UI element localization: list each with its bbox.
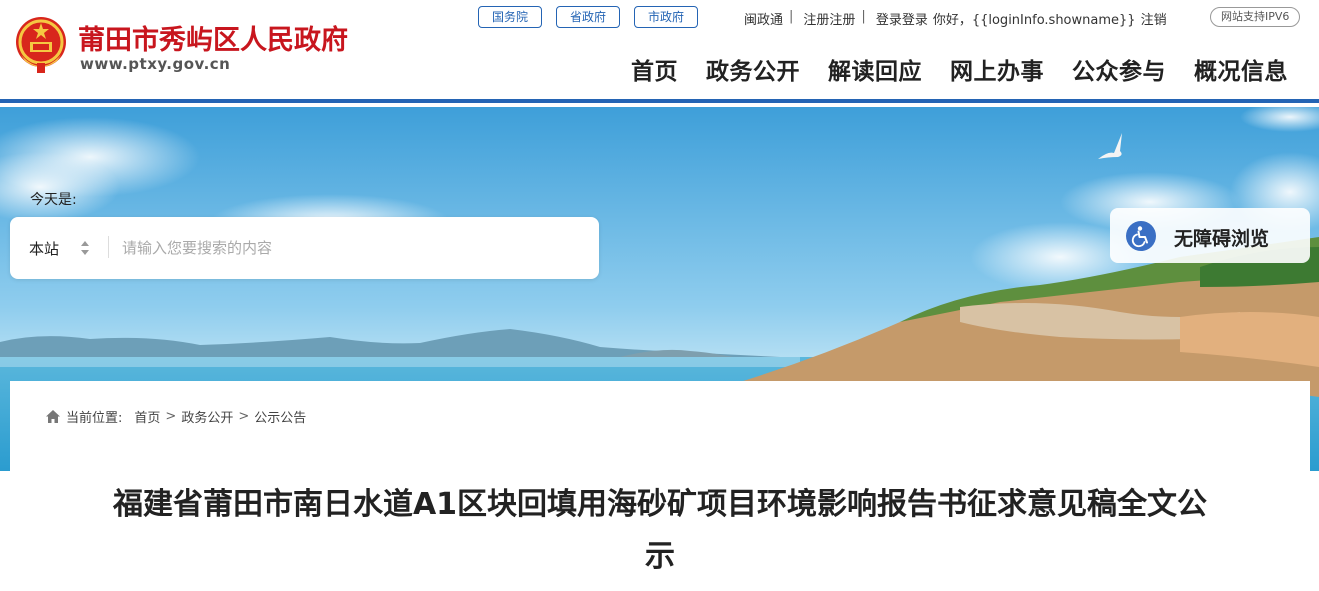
ipv6-badge: 网站支持IPV6 — [1210, 7, 1301, 27]
search-input[interactable] — [122, 233, 582, 263]
wheelchair-icon — [1126, 221, 1156, 251]
accessibility-button[interactable]: 无障碍浏览 — [1110, 208, 1310, 263]
site-header: 莆田市秀屿区人民政府 www.ptxy.gov.cn 国务院 省政府 市政府 闽… — [0, 0, 1319, 103]
separator: | — [789, 9, 794, 24]
breadcrumb-label: 当前位置: — [66, 411, 123, 426]
search-divider — [108, 236, 109, 258]
breadcrumb-separator: > — [165, 409, 177, 424]
nav-public-participation[interactable]: 公众参与 — [1072, 52, 1166, 86]
nav-home[interactable]: 首页 — [631, 52, 678, 86]
main-nav: 首页 政务公开 解读回应 网上办事 公众参与 概况信息 — [631, 52, 1288, 86]
link-minzhengtong[interactable]: 闽政通 — [744, 9, 783, 28]
nav-gov-affairs[interactable]: 政务公开 — [706, 52, 800, 86]
updown-arrows-icon[interactable] — [80, 239, 90, 257]
nav-online-services[interactable]: 网上办事 — [950, 52, 1044, 86]
top-links: 国务院 省政府 市政府 — [478, 6, 699, 28]
link-logout[interactable]: 注销 — [1141, 9, 1167, 28]
nav-overview[interactable]: 概况信息 — [1194, 52, 1288, 86]
site-url[interactable]: www.ptxy.gov.cn — [80, 55, 230, 73]
link-login[interactable]: 登录登录 — [876, 9, 928, 28]
link-register[interactable]: 注册注册 — [803, 9, 855, 28]
user-greeting: 你好，{{loginInfo.showname}} — [932, 13, 1136, 28]
link-state-council[interactable]: 国务院 — [478, 6, 543, 28]
accessibility-label: 无障碍浏览 — [1174, 228, 1270, 250]
link-city-gov[interactable]: 市政府 — [634, 6, 699, 28]
home-icon — [46, 410, 60, 423]
article-container: 当前位置: 首页 > 政务公开 > 公示公告 福建省莆田市南日水道A1区块回填用… — [10, 381, 1310, 591]
nav-interpretation[interactable]: 解读回应 — [828, 52, 922, 86]
today-label: 今天是: — [30, 192, 77, 208]
link-province-gov[interactable]: 省政府 — [556, 6, 621, 28]
search-scope-select[interactable]: 本站 — [29, 238, 59, 259]
breadcrumb-home[interactable]: 首页 — [134, 407, 160, 426]
breadcrumb-announcements[interactable]: 公示公告 — [254, 407, 306, 426]
breadcrumb-separator: > — [238, 409, 250, 424]
user-bar: 闽政通 | 注册注册 | 登录登录 你好，{{loginInfo.shownam… — [744, 9, 1167, 28]
search-bar: 本站 — [10, 217, 599, 279]
national-emblem-icon — [16, 17, 66, 73]
site-title[interactable]: 莆田市秀屿区人民政府 — [78, 18, 348, 57]
separator: | — [861, 9, 866, 24]
breadcrumb: 当前位置: 首页 > 政务公开 > 公示公告 — [45, 407, 306, 426]
article-title: 福建省莆田市南日水道A1区块回填用海砂矿项目环境影响报告书征求意见稿全文公示 — [112, 487, 1208, 574]
breadcrumb-gov-affairs[interactable]: 政务公开 — [181, 407, 233, 426]
